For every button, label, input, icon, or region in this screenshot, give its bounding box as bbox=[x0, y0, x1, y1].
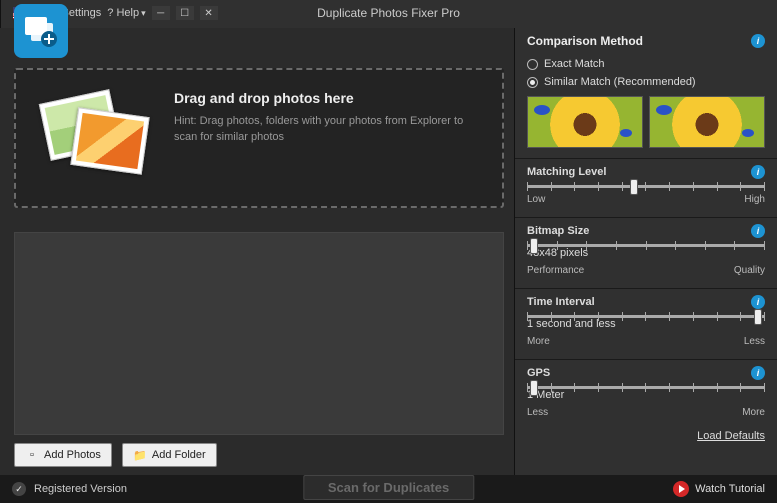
time-interval-title: Time Interval bbox=[527, 296, 595, 308]
load-defaults-link[interactable]: Load Defaults bbox=[527, 430, 765, 442]
preview-thumb-left bbox=[527, 96, 643, 148]
help-label: ? Help bbox=[107, 7, 139, 19]
matching-level-title: Matching Level bbox=[527, 166, 606, 178]
help-menu[interactable]: ? Help▾ bbox=[107, 7, 145, 19]
play-icon bbox=[673, 481, 689, 497]
scale-more: More bbox=[742, 407, 765, 418]
add-folder-button[interactable]: 📁 Add Folder bbox=[122, 443, 217, 467]
add-photos-label: Add Photos bbox=[44, 449, 101, 461]
footer: ✓ Registered Version Scan for Duplicates… bbox=[0, 475, 777, 503]
gps-slider[interactable]: 1 Meter bbox=[527, 386, 765, 401]
app-title: Duplicate Photos Fixer Pro bbox=[317, 6, 460, 20]
radio-icon bbox=[527, 77, 538, 88]
dropzone-heading: Drag and drop photos here bbox=[174, 90, 482, 106]
add-folder-label: Add Folder bbox=[152, 449, 206, 461]
radio-exact-label: Exact Match bbox=[544, 58, 605, 70]
preview-thumb-right bbox=[649, 96, 765, 148]
radio-similar-label: Similar Match (Recommended) bbox=[544, 76, 696, 88]
chevron-down-icon: ▾ bbox=[141, 8, 146, 19]
radio-exact-match[interactable]: Exact Match bbox=[527, 58, 765, 70]
check-icon: ✓ bbox=[12, 482, 26, 496]
info-icon[interactable]: i bbox=[751, 295, 765, 309]
scale-low: Low bbox=[527, 194, 545, 205]
watch-label: Watch Tutorial bbox=[695, 483, 765, 495]
bitmap-size-title: Bitmap Size bbox=[527, 225, 589, 237]
left-panel: Drag and drop photos here Hint: Drag pho… bbox=[0, 26, 514, 475]
bitmap-size-slider[interactable]: 48x48 pixels bbox=[527, 244, 765, 259]
dropzone-hint: Hint: Drag photos, folders with your pho… bbox=[174, 114, 482, 146]
right-panel: Comparison Method i Exact Match Similar … bbox=[514, 26, 777, 475]
add-photos-button[interactable]: ▫ Add Photos bbox=[14, 443, 112, 467]
comparison-title: Comparison Method bbox=[527, 34, 643, 48]
scale-high: High bbox=[744, 194, 765, 205]
matching-level-slider[interactable] bbox=[527, 185, 765, 188]
titlebar: Duplicate Photos Fixer Pro ▾ Settings ? … bbox=[0, 0, 777, 26]
info-icon[interactable]: i bbox=[751, 165, 765, 179]
minimize-button[interactable]: ─ bbox=[152, 6, 170, 20]
radio-similar-match[interactable]: Similar Match (Recommended) bbox=[527, 76, 765, 88]
scale-quality: Quality bbox=[734, 265, 765, 276]
folder-icon: 📁 bbox=[133, 448, 147, 462]
registered-label: Registered Version bbox=[34, 483, 127, 495]
close-button[interactable]: ✕ bbox=[200, 6, 218, 20]
drop-zone[interactable]: Drag and drop photos here Hint: Drag pho… bbox=[14, 68, 504, 208]
scale-less: Less bbox=[527, 407, 548, 418]
scan-button[interactable]: Scan for Duplicates bbox=[303, 475, 474, 500]
gps-title: GPS bbox=[527, 367, 550, 379]
scale-more: More bbox=[527, 336, 550, 347]
scale-less: Less bbox=[744, 336, 765, 347]
watch-tutorial-link[interactable]: Watch Tutorial bbox=[673, 481, 765, 497]
maximize-button[interactable]: ☐ bbox=[176, 6, 194, 20]
info-icon[interactable]: i bbox=[751, 366, 765, 380]
time-interval-slider[interactable]: 1 second and less bbox=[527, 315, 765, 330]
info-icon[interactable]: i bbox=[751, 34, 765, 48]
scale-perf: Performance bbox=[527, 265, 584, 276]
radio-icon bbox=[527, 59, 538, 70]
app-logo bbox=[14, 4, 68, 58]
info-icon[interactable]: i bbox=[751, 224, 765, 238]
photo-icon: ▫ bbox=[25, 448, 39, 462]
photos-illustration-icon bbox=[36, 90, 156, 180]
results-area bbox=[14, 232, 504, 435]
